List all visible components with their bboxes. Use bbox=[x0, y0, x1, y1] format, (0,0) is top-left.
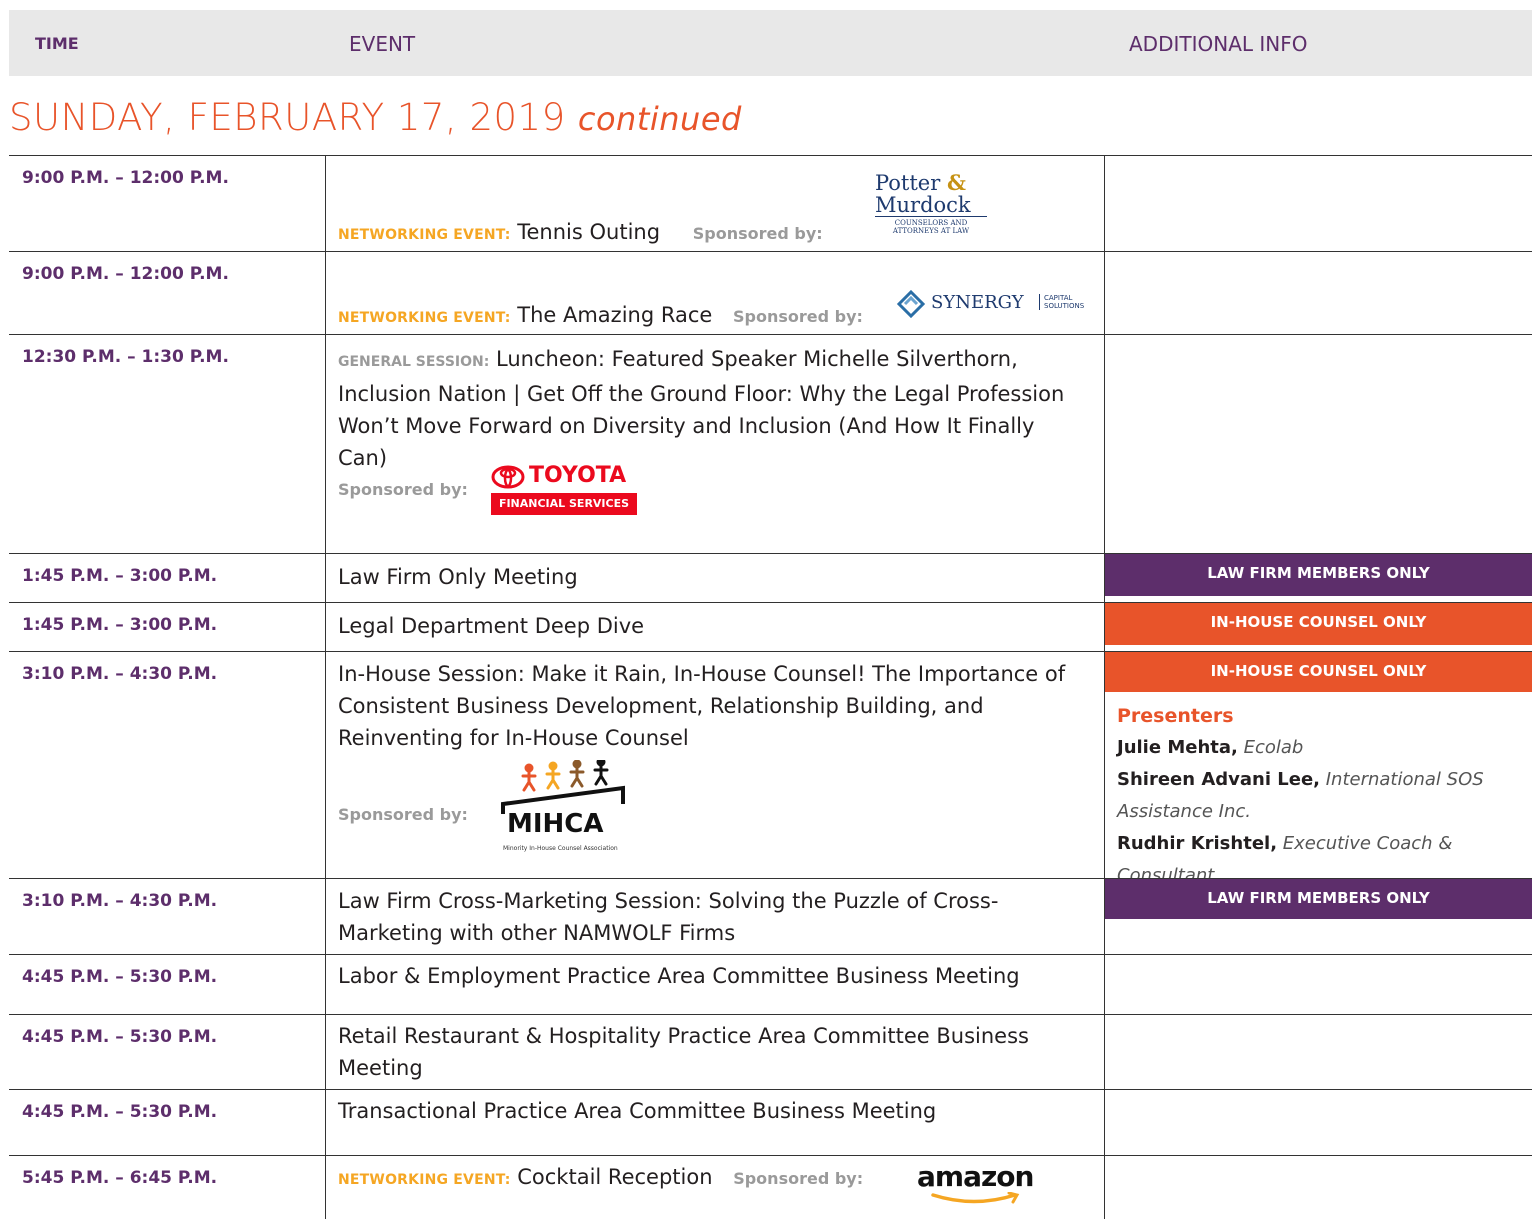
row-event: GENERAL SESSION: Luncheon: Featured Spea… bbox=[338, 343, 1088, 474]
sponsored-by: Sponsored by: bbox=[338, 480, 468, 499]
event-title: Tennis Outing bbox=[517, 220, 661, 244]
row-time: 1:45 P.M. – 3:00 P.M. bbox=[22, 615, 218, 635]
row-time: 12:30 P.M. – 1:30 P.M. bbox=[22, 347, 229, 367]
amazon-logo: amazon bbox=[917, 1160, 1041, 1204]
table-row: 9:00 P.M. – 12:00 P.M. NETWORKING EVENT:… bbox=[9, 251, 1532, 335]
table-row: 12:30 P.M. – 1:30 P.M. GENERAL SESSION: … bbox=[9, 334, 1532, 554]
presenter: Julie Mehta, Ecolab bbox=[1117, 737, 1304, 758]
row-time: 3:10 P.M. – 4:30 P.M. bbox=[22, 664, 218, 684]
event-label: NETWORKING EVENT: bbox=[338, 1172, 511, 1188]
status-badge: LAW FIRM MEMBERS ONLY bbox=[1105, 554, 1532, 596]
mihca-logo: MIHCA Minority In-House Counsel Associat… bbox=[493, 760, 629, 856]
day-title: SUNDAY, FEBRUARY 17, 2019 continued bbox=[9, 96, 742, 139]
table-row: 4:45 P.M. – 5:30 P.M. Retail Restaurant … bbox=[9, 1014, 1532, 1090]
event-title: Labor & Employment Practice Area Committ… bbox=[338, 964, 1020, 988]
synergy-logo: SYNERGY CAPITAL SOLUTIONS bbox=[893, 290, 1093, 320]
day-continued: continued bbox=[577, 100, 742, 138]
event-title: In-House Session: Make it Rain, In-House… bbox=[338, 662, 1066, 750]
event-title: Retail Restaurant & Hospitality Practice… bbox=[338, 1024, 1029, 1080]
event-label: GENERAL SESSION: bbox=[338, 354, 490, 370]
event-title: Cocktail Reception bbox=[517, 1165, 713, 1189]
presenters-heading: Presenters bbox=[1117, 705, 1234, 727]
table-row: 1:45 P.M. – 3:00 P.M. Legal Department D… bbox=[9, 602, 1532, 652]
event-title: The Amazing Race bbox=[517, 303, 713, 327]
svg-text:Minority In-House Counsel Asso: Minority In-House Counsel Association bbox=[503, 845, 618, 852]
event-title: Law Firm Cross-Marketing Session: Solvin… bbox=[338, 889, 999, 945]
sponsored-by: Sponsored by: bbox=[338, 805, 468, 824]
header-event: EVENT bbox=[349, 32, 416, 56]
event-label: NETWORKING EVENT: bbox=[338, 227, 511, 243]
row-time: 1:45 P.M. – 3:00 P.M. bbox=[22, 566, 218, 586]
row-time: 4:45 P.M. – 5:30 P.M. bbox=[22, 967, 218, 987]
svg-text:MIHCA: MIHCA bbox=[507, 809, 604, 839]
table-row: 3:10 P.M. – 4:30 P.M. Law Firm Cross-Mar… bbox=[9, 878, 1532, 955]
header-time: TIME bbox=[35, 34, 79, 53]
table-row: 1:45 P.M. – 3:00 P.M. Law Firm Only Meet… bbox=[9, 553, 1532, 603]
day-date: SUNDAY, FEBRUARY 17, 2019 bbox=[9, 96, 566, 139]
toyota-logo: TOYOTA FINANCIAL SERVICES bbox=[491, 463, 637, 517]
table-row: 4:45 P.M. – 5:30 P.M. Transactional Prac… bbox=[9, 1089, 1532, 1156]
row-time: 4:45 P.M. – 5:30 P.M. bbox=[22, 1027, 218, 1047]
table-row: 3:10 P.M. – 4:30 P.M. In-House Session: … bbox=[9, 651, 1532, 886]
header-additional-info: ADDITIONAL INFO bbox=[1129, 32, 1308, 56]
status-badge: IN-HOUSE COUNSEL ONLY bbox=[1105, 603, 1532, 645]
event-title: Legal Department Deep Dive bbox=[338, 614, 645, 638]
sponsored-by: Sponsored by: bbox=[733, 1169, 864, 1188]
event-title: Law Firm Only Meeting bbox=[338, 565, 578, 589]
sponsored-by: Sponsored by: bbox=[733, 307, 863, 326]
table-row: 9:00 P.M. – 12:00 P.M. NETWORKING EVENT:… bbox=[9, 155, 1532, 252]
status-badge: IN-HOUSE COUNSEL ONLY bbox=[1105, 652, 1532, 692]
row-time: 5:45 P.M. – 6:45 P.M. bbox=[22, 1168, 218, 1188]
sponsored-by: Sponsored by: bbox=[692, 224, 823, 243]
row-time: 4:45 P.M. – 5:30 P.M. bbox=[22, 1102, 218, 1122]
table-row: 5:45 P.M. – 6:45 P.M. NETWORKING EVENT: … bbox=[9, 1155, 1532, 1219]
row-time: 9:00 P.M. – 12:00 P.M. bbox=[22, 168, 229, 188]
event-label: NETWORKING EVENT: bbox=[338, 310, 511, 326]
presenters: Presenters Julie Mehta, Ecolab Shireen A… bbox=[1117, 700, 1532, 892]
table-row: 4:45 P.M. – 5:30 P.M. Labor & Employment… bbox=[9, 954, 1532, 1015]
row-time: 3:10 P.M. – 4:30 P.M. bbox=[22, 891, 218, 911]
row-time: 9:00 P.M. – 12:00 P.M. bbox=[22, 264, 229, 284]
status-badge: LAW FIRM MEMBERS ONLY bbox=[1105, 879, 1532, 919]
potter-murdock-logo: Potter & Murdock COUNSELORS AND ATTORNEYS… bbox=[875, 172, 987, 235]
table-header: TIME EVENT ADDITIONAL INFO bbox=[9, 10, 1532, 76]
presenter: Shireen Advani Lee, International SOS As… bbox=[1117, 769, 1484, 822]
event-title: Transactional Practice Area Committee Bu… bbox=[338, 1099, 937, 1123]
